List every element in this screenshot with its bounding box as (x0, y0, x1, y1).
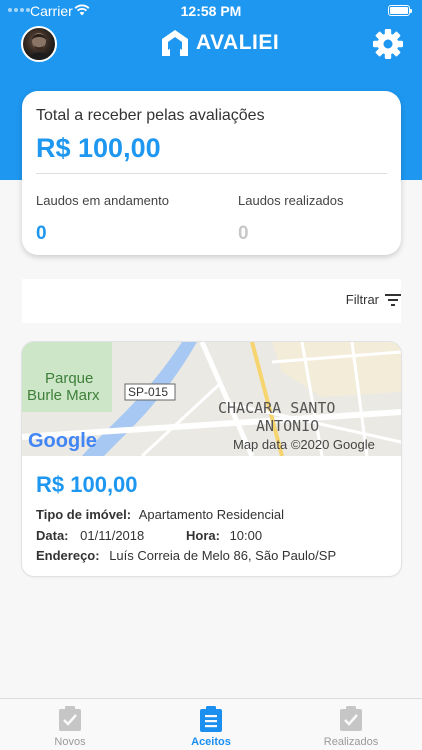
map-label-district-1: CHACARA SANTO (218, 399, 335, 417)
divider (36, 173, 387, 174)
status-time: 12:58 PM (180, 3, 242, 19)
address-row: Endereço: Luís Correia de Melo 86, São P… (36, 548, 336, 563)
filter-bar: Filtrar (22, 279, 401, 323)
done-label: Laudos realizados (238, 193, 344, 208)
clipboard-check-icon (59, 706, 81, 731)
in-progress-count: 0 (36, 223, 47, 244)
summary-card: Total a receber pelas avaliações R$ 100,… (22, 91, 401, 255)
time-label: Hora: (186, 528, 220, 543)
logo-text: AVALIEI (196, 31, 280, 54)
tab-realizados[interactable]: Realizados (301, 699, 401, 750)
in-progress-label: Laudos em andamento (36, 193, 169, 208)
status-bar: Carrier 12:58 PM (0, 0, 422, 22)
avatar[interactable] (21, 26, 57, 62)
map-road-shield: SP-015 (128, 385, 168, 399)
date-row: Data: 01/11/2018 (36, 528, 144, 543)
filter-label: Filtrar (345, 292, 379, 307)
battery-icon (388, 5, 412, 16)
date-value: 01/11/2018 (80, 528, 145, 543)
avatar-photo (29, 33, 49, 60)
tab-aceitos-label: Aceitos (191, 736, 231, 748)
gear-icon[interactable] (372, 28, 404, 60)
tab-realizados-label: Realizados (323, 736, 379, 748)
map-label-park-1: Parque (45, 370, 93, 387)
date-label: Data: (36, 528, 69, 543)
filter-button[interactable]: Filtrar (346, 292, 401, 307)
address-label: Endereço: (36, 548, 100, 563)
bottom-nav: Novos Aceitos Realizados (0, 698, 422, 750)
time-row: Hora: 10:00 (186, 528, 262, 543)
house-logo-icon (162, 30, 188, 56)
property-type-value: Apartamento Residencial (138, 507, 284, 522)
map-attribution: Map data ©2020 Google (233, 437, 375, 452)
tab-aceitos[interactable]: Aceitos (161, 699, 261, 750)
property-type-label: Tipo de imóvel: (36, 507, 132, 522)
tab-novos-label: Novos (54, 736, 86, 748)
property-price: R$ 100,00 (36, 472, 138, 497)
tab-novos[interactable]: Novos (20, 699, 120, 750)
property-card[interactable]: Parque Burle Marx SP-015 CHACARA SANTO A… (22, 342, 401, 576)
map-label-district-2: ANTONIO (256, 417, 319, 435)
summary-title: Total a receber pelas avaliações (36, 107, 265, 124)
app-logo: AVALIEI (160, 28, 279, 58)
property-type-row: Tipo de imóvel: Apartamento Residencial (36, 507, 284, 522)
clipboard-list-icon (200, 706, 222, 732)
filter-icon (385, 293, 401, 306)
map-label-park-2: Burle Marx (27, 387, 100, 404)
map-thumbnail[interactable]: Parque Burle Marx SP-015 CHACARA SANTO A… (22, 342, 401, 456)
clipboard-check-icon (340, 706, 362, 731)
summary-amount: R$ 100,00 (36, 133, 161, 163)
google-logo: Google (28, 430, 97, 452)
time-value: 10:00 (229, 528, 263, 543)
address-value: Luís Correia de Melo 86, São Paulo/SP (109, 548, 337, 563)
done-count: 0 (238, 223, 249, 244)
